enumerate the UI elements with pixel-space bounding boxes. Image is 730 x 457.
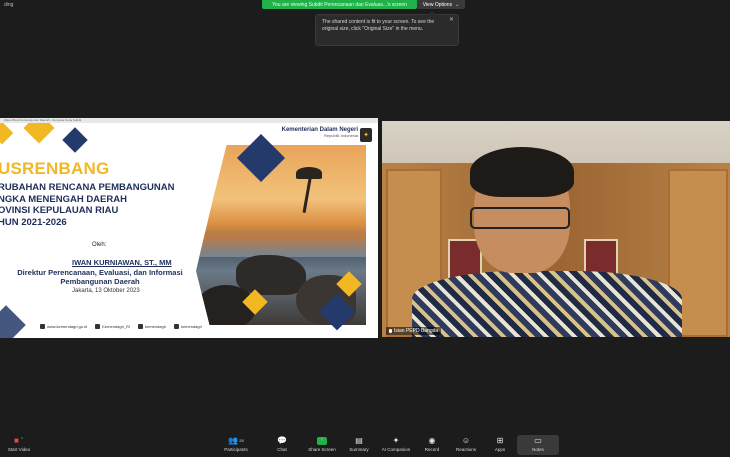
tooltip-text: The shared content is fit to your screen… <box>322 19 435 32</box>
twitter-icon <box>138 324 144 329</box>
record-icon: ◉ <box>428 436 436 445</box>
photo-palm-leaves <box>296 167 322 179</box>
start-video-button[interactable]: ■ ⌃ Start Video <box>2 435 36 452</box>
apps-label: Apps <box>494 447 506 452</box>
tooltip-notch <box>428 11 436 15</box>
summary-button[interactable]: ▤ Summary <box>342 435 376 452</box>
chevron-down-icon: ⌄ <box>455 1 460 8</box>
decor-shape <box>0 123 14 145</box>
chat-label: Chat <box>277 447 287 452</box>
facebook-icon <box>95 324 101 329</box>
viewing-screen-banner: You are viewing Subdit Perencanaan dan E… <box>262 0 417 9</box>
photo-water <box>196 233 366 257</box>
apps-button[interactable]: ⊞ Apps <box>483 435 517 452</box>
slide-title: USRENBANG <box>0 159 110 178</box>
decor-shape <box>0 305 26 338</box>
video-person-glasses <box>470 207 570 229</box>
fit-to-screen-tooltip: The shared content is fit to your screen… <box>315 11 459 46</box>
view-options-label: View Options <box>422 1 453 8</box>
decor-shape <box>62 127 88 153</box>
slide-subtitle: RUBAHAN RENCANA PEMBANGUNAN NGKA MENENGA… <box>0 182 174 228</box>
chat-button[interactable]: 💬 Chat <box>265 435 299 452</box>
top-bar: ding You are viewing Subdit Perencanaan … <box>0 0 730 11</box>
reactions-icon: ☺ <box>461 436 471 445</box>
social-links: www.kemendagri.go.id Kemendagri_RI kemen… <box>40 324 202 329</box>
org-logo-text: Kementerian Dalam Negeri Republik Indone… <box>282 127 358 138</box>
decor-shape <box>23 123 55 144</box>
ai-companion-button[interactable]: ✦ AI Companion <box>379 435 413 452</box>
speaker-name: IWAN KURNIAWAN, ST., MM <box>72 258 172 267</box>
instagram-link: kemendagri <box>173 324 202 329</box>
video-person-hair <box>470 147 574 197</box>
chat-icon: 💬 <box>277 436 287 445</box>
speaker-position-line: Direktur Perencanaan, Evaluasi, dan Info… <box>17 268 183 277</box>
participant-video[interactable]: Isian PEPD Bangda <box>382 121 730 337</box>
participant-name: Isian PEPD Bangda <box>394 328 439 334</box>
slide-date: Jakarta, 13 Oktober 2023 <box>72 288 140 294</box>
video-person-shirt <box>412 271 682 337</box>
participant-name-tag: Isian PEPD Bangda <box>386 327 442 335</box>
sparkle-icon: ✦ <box>392 436 400 445</box>
globe-icon <box>40 324 45 329</box>
zoom-meeting-window: ding You are viewing Subdit Perencanaan … <box>0 0 730 457</box>
meeting-toolbar: ■ ⌃ Start Video 👥 28 Participants 💬 Chat ↑… <box>0 433 730 457</box>
reactions-label: Reactions <box>455 447 476 452</box>
reactions-button[interactable]: ☺ Reactions <box>449 435 483 452</box>
viewing-screen-text: You are viewing Subdit Perencanaan dan E… <box>272 1 407 8</box>
share-screen-label: Share Screen <box>308 447 336 452</box>
apps-icon: ⊞ <box>496 436 504 445</box>
instagram-icon <box>173 324 179 329</box>
org-subname: Republik Indonesia <box>323 133 358 138</box>
microphone-icon <box>389 329 392 333</box>
website-link: www.kemendagri.go.id <box>40 324 87 329</box>
notes-button[interactable]: ▭ Notes <box>517 435 559 455</box>
record-button[interactable]: ◉ Record <box>415 435 449 452</box>
share-screen-button[interactable]: ↑ Share Screen <box>305 435 339 452</box>
subtitle-line: OVINSI KEPULAUAN RIAU <box>0 205 119 216</box>
participants-count: 28 <box>239 438 244 443</box>
ai-companion-label: AI Companion <box>381 447 411 452</box>
participants-icon: 👥 28 <box>228 436 244 445</box>
by-label: Oleh: <box>92 242 107 248</box>
photo-rock <box>236 255 306 295</box>
share-screen-icon: ↑ <box>317 435 327 446</box>
subtitle-line: HUN 2021-2026 <box>0 216 67 228</box>
video-off-icon: ■ ⌃ <box>13 436 25 445</box>
top-left-label: ding <box>4 2 14 8</box>
subtitle-line: NGKA MENENGAH DAERAH <box>0 193 127 205</box>
start-video-label: Start Video <box>7 447 31 452</box>
summary-label: Summary <box>349 447 369 452</box>
record-label: Record <box>424 447 440 452</box>
speaker-position: Direktur Perencanaan, Evaluasi, dan Info… <box>0 268 200 286</box>
notes-icon: ▭ <box>534 436 542 445</box>
shared-screen: Ditjen Bina Pembangunan Daerah - Rencana… <box>0 118 378 338</box>
photo-palm-trunk <box>302 173 313 213</box>
speaker-position-line: Pembangunan Daerah <box>60 277 140 286</box>
twitter-link: kemendagri <box>138 324 166 329</box>
facebook-link: Kemendagri_RI <box>95 324 130 329</box>
garuda-emblem-icon: ✦ <box>360 128 372 142</box>
subtitle-line: RUBAHAN RENCANA PEMBANGUNAN <box>0 182 175 193</box>
participants-label: Participants <box>224 447 248 452</box>
view-options-button[interactable]: View Options ⌄ <box>417 0 465 9</box>
summary-icon: ▤ <box>355 436 363 445</box>
participants-button[interactable]: 👥 28 Participants <box>219 435 253 452</box>
presentation-slide: Kementerian Dalam Negeri Republik Indone… <box>0 123 378 338</box>
close-icon[interactable]: ✕ <box>449 17 454 24</box>
notes-label: Notes <box>532 447 544 452</box>
